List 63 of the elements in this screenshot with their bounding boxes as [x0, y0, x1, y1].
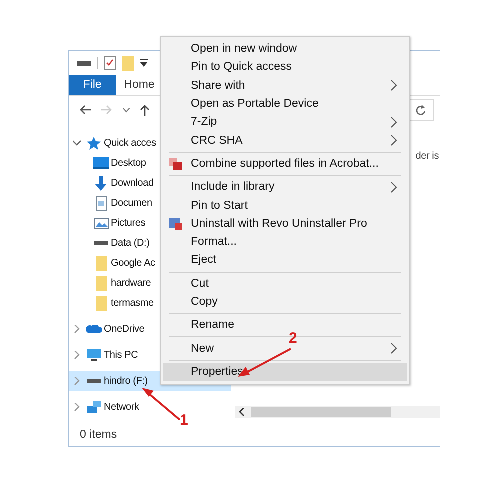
status-text: 0 items: [80, 429, 118, 441]
step-number: 1: [180, 412, 188, 429]
content-text: der is: [416, 151, 439, 162]
menu-item[interactable]: Open as Portable Device: [163, 94, 407, 114]
cloud-icon: [86, 324, 102, 334]
sidebar-label: Google Ac: [111, 258, 156, 268]
star-icon: [86, 136, 102, 150]
scroll-left-icon[interactable]: [239, 408, 245, 416]
sidebar-label: Download: [111, 178, 154, 188]
sidebar-label: hindro (F:): [104, 376, 148, 386]
menu-item[interactable]: Format...: [163, 232, 407, 252]
caret-icon[interactable]: [123, 108, 130, 112]
menu-item[interactable]: Include in library: [163, 178, 407, 196]
menu-item[interactable]: 7-Zip: [163, 113, 407, 132]
expand-right-icon[interactable]: [73, 403, 81, 411]
menu-item[interactable]: Share with: [163, 76, 407, 95]
menu-item[interactable]: Eject: [163, 251, 407, 270]
sidebar-label: Documen: [111, 198, 152, 208]
sidebar-label: This PC: [104, 350, 138, 360]
sidebar-label: Data (D:): [111, 238, 150, 248]
drive-icon: [94, 241, 108, 245]
expand-right-icon[interactable]: [73, 325, 81, 333]
folder-icon: [96, 256, 106, 270]
menu-item[interactable]: Cut: [163, 274, 407, 293]
uninstall-icon: [169, 218, 182, 230]
refresh-icon[interactable]: [416, 105, 426, 115]
menu-item[interactable]: Open in new window: [163, 40, 407, 58]
sidebar-label: OneDrive: [104, 324, 145, 334]
sidebar-label: termasme: [111, 298, 154, 308]
ribbon-tab[interactable]: Home: [116, 75, 163, 95]
step-number: 2: [289, 330, 298, 347]
picture-icon: [94, 218, 108, 228]
sidebar-label: Pictures: [111, 218, 146, 228]
menu-item[interactable]: CRC SHA: [163, 131, 407, 150]
network-icon: [87, 401, 101, 413]
horizontal-scrollbar[interactable]: [235, 406, 440, 418]
sidebar-label: Desktop: [111, 158, 146, 168]
folder-icon: [96, 296, 106, 310]
ribbon-tab[interactable]: File: [69, 75, 116, 95]
download-arrow-icon: [95, 176, 107, 190]
up-icon[interactable]: [140, 104, 150, 116]
menu-item[interactable]: Pin to Quick access: [163, 58, 407, 77]
drive-icon: [87, 379, 101, 383]
menu-item[interactable]: Pin to Start: [163, 196, 407, 215]
menu-item[interactable]: Properties: [163, 362, 407, 382]
expand-down-icon[interactable]: [73, 139, 81, 147]
menu-item[interactable]: Copy: [163, 292, 407, 312]
sidebar-label: Network: [104, 402, 140, 412]
folder-icon: [96, 276, 106, 290]
sidebar-label: Quick acces: [104, 138, 156, 148]
back-icon[interactable]: [79, 105, 91, 115]
menu-item[interactable]: Combine supported files in Acrobat...: [163, 154, 407, 174]
monitor-icon: [86, 348, 102, 362]
desktop-icon: [93, 157, 109, 169]
document-icon: [96, 196, 106, 210]
menu-item[interactable]: Uninstall with Revo Uninstaller Pro: [163, 214, 407, 233]
drive-icon[interactable]: [77, 59, 91, 67]
dropdown-icon[interactable]: [140, 59, 148, 67]
pointer-arrow: [142, 388, 182, 422]
expand-right-icon[interactable]: [73, 351, 81, 359]
document-stack-icon: [169, 158, 182, 170]
sidebar-label: hardware: [111, 278, 152, 288]
checklist-icon[interactable]: [104, 56, 116, 70]
